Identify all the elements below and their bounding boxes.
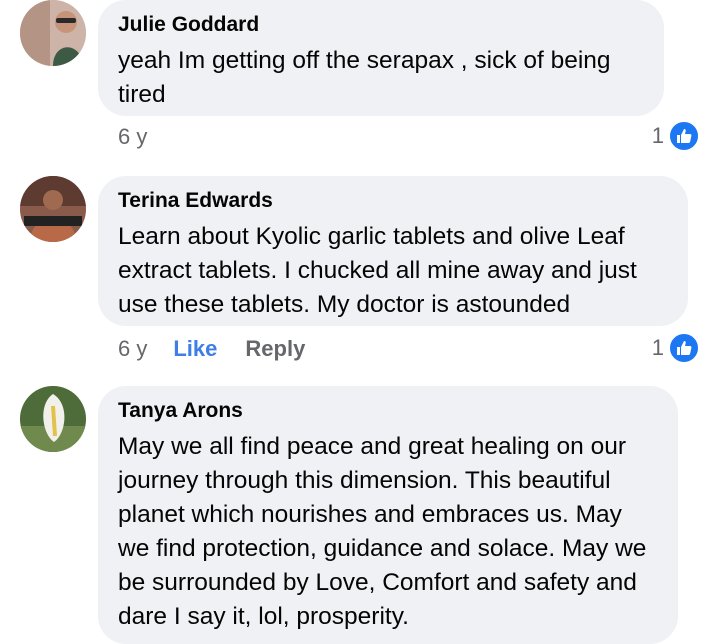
thumbs-up-icon xyxy=(668,332,700,364)
reply-button[interactable]: Reply xyxy=(245,334,305,364)
timestamp[interactable]: 6 y xyxy=(118,334,147,364)
avatar[interactable] xyxy=(20,0,86,66)
like-button[interactable]: Like xyxy=(173,334,217,364)
avatar[interactable] xyxy=(20,176,86,242)
comment-meta: 6 y xyxy=(118,122,173,152)
author-name[interactable]: Terina Edwards xyxy=(118,188,668,214)
comment-bubble: Terina Edwards Learn about Kyolic garlic… xyxy=(98,176,688,326)
author-name[interactable]: Tanya Arons xyxy=(118,398,658,424)
comment-text: Learn about Kyolic garlic tablets and ol… xyxy=(118,223,637,318)
comment-meta: 6 y Like Reply xyxy=(118,334,305,364)
comment-text: May we all find peace and great healing … xyxy=(118,433,647,630)
author-name[interactable]: Julie Goddard xyxy=(118,12,644,38)
comment-text: yeah Im getting off the serapax , sick o… xyxy=(118,47,611,108)
comment-bubble: Tanya Arons May we all find peace and gr… xyxy=(98,386,678,644)
timestamp[interactable]: 6 y xyxy=(118,122,147,152)
avatar[interactable] xyxy=(20,386,86,452)
thumbs-up-icon xyxy=(668,120,700,152)
reaction-count[interactable]: 1 xyxy=(652,120,700,152)
reaction-number: 1 xyxy=(651,123,664,148)
comment-bubble: Julie Goddard yeah Im getting off the se… xyxy=(98,0,664,116)
reaction-number: 1 xyxy=(651,335,664,360)
reaction-count[interactable]: 1 xyxy=(652,332,700,364)
